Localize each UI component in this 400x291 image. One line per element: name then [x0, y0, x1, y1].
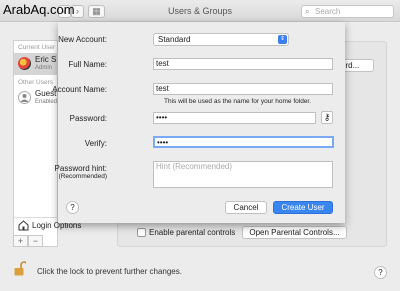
password-assistant-key-icon[interactable]: ⚷ [321, 111, 333, 124]
search-placeholder: Search [315, 7, 341, 16]
user-role: Admin [35, 65, 53, 71]
open-parental-controls-button[interactable]: Open Parental Controls... [242, 226, 347, 239]
parental-controls-label: Enable parental controls [149, 228, 236, 237]
watermark-text: ArabAq.com [3, 2, 75, 17]
current-user-header: Current User [18, 44, 56, 51]
user-status: Enabled [35, 99, 58, 105]
other-users-header: Other Users [18, 79, 54, 86]
house-icon [18, 220, 29, 231]
lock-instruction-text: Click the lock to prevent further change… [37, 267, 182, 276]
remove-user-button[interactable]: − [28, 235, 43, 247]
sidebar-item-login-options[interactable]: Login Options [14, 217, 81, 233]
user-name: Eric S [35, 55, 57, 64]
password-hint-field[interactable]: Hint (Recommended) [153, 161, 333, 188]
add-user-button[interactable]: + [13, 235, 28, 247]
search-input[interactable]: ⌕ Search [301, 5, 394, 18]
account-name-hint: This will be used as the name for your h… [164, 98, 312, 105]
updown-chevron-icon: ⇕ [278, 35, 287, 44]
sidebar-user-current[interactable]: Eric S Admin [14, 53, 59, 75]
account-type-select[interactable]: Standard ⇕ [153, 33, 289, 46]
account-type-value: Standard [158, 35, 191, 44]
add-remove-controls: + − [13, 235, 43, 247]
parental-controls-checkbox[interactable] [137, 228, 146, 237]
account-name-field[interactable]: test [153, 83, 333, 95]
users-sidebar: Current User Eric S Admin Other Users Gu… [13, 40, 81, 247]
password-label: Password: [69, 114, 107, 123]
help-button[interactable]: ? [66, 201, 79, 214]
password-hint-label: Password hint: [54, 164, 107, 173]
create-user-button[interactable]: Create User [273, 201, 333, 214]
new-account-label: New Account: [58, 35, 107, 44]
cancel-button[interactable]: Cancel [225, 201, 267, 214]
account-name-label: Account Name: [52, 85, 107, 94]
help-button[interactable]: ? [374, 266, 387, 279]
full-name-field[interactable]: test [153, 58, 333, 70]
avatar [18, 57, 31, 70]
verify-field[interactable]: •••• [153, 136, 334, 148]
password-hint-sublabel: (Recommended) [58, 173, 107, 180]
full-name-label: Full Name: [68, 60, 107, 69]
verify-label: Verify: [84, 139, 107, 148]
password-field[interactable]: •••• [153, 112, 316, 124]
guest-avatar-icon [18, 91, 31, 104]
search-icon: ⌕ [305, 7, 310, 16]
new-account-sheet: New Account: Standard ⇕ Full Name: test … [52, 22, 345, 223]
unlocked-padlock-icon[interactable] [14, 261, 26, 276]
